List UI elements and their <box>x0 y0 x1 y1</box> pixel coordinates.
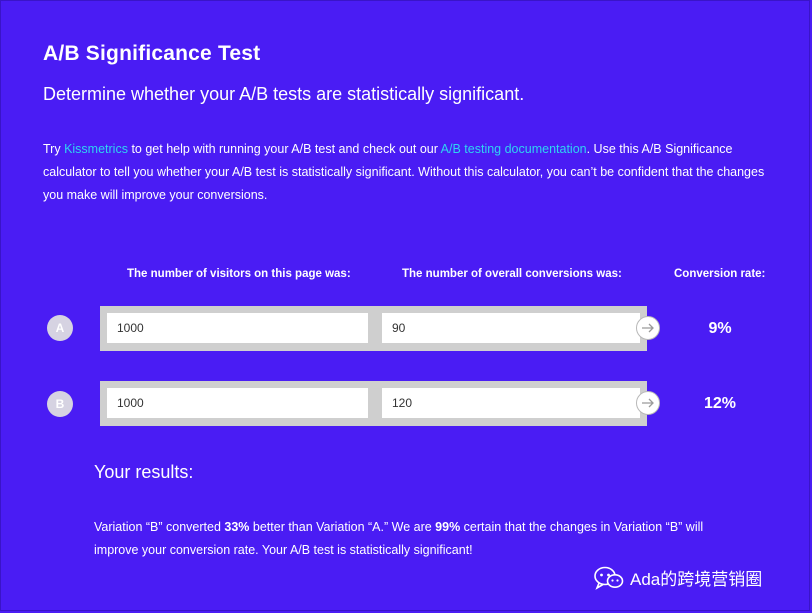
page-title: A/B Significance Test <box>43 42 261 65</box>
variation-a-conversion-rate: 9% <box>708 320 732 337</box>
page-subtitle: Determine whether your A/B tests are sta… <box>43 84 525 104</box>
results-text: better than Variation “A.” We are <box>249 520 436 534</box>
conversion-rate-column-header: Conversion rate: <box>674 268 766 280</box>
variation-b-inputs <box>100 381 647 426</box>
variation-a-conversions-input[interactable] <box>382 313 640 343</box>
variation-b-conversion-rate: 12% <box>703 395 737 412</box>
variation-b-calculate-button[interactable] <box>636 391 660 415</box>
intro-text: to get help with running your A/B test a… <box>127 142 441 156</box>
variation-b-badge: B <box>47 391 73 417</box>
watermark: Ada的跨境营销圈 <box>594 565 762 590</box>
conversions-column-header: The number of overall conversions was: <box>402 268 622 280</box>
results-paragraph: Variation “B” converted 33% better than … <box>94 516 744 562</box>
variation-a-calculate-button[interactable] <box>636 316 660 340</box>
arrow-right-icon <box>642 398 654 408</box>
improvement-percent: 33% <box>224 520 250 534</box>
variation-a-inputs <box>100 306 647 351</box>
kissmetrics-link[interactable]: Kissmetrics <box>64 142 128 156</box>
wechat-icon <box>594 566 624 590</box>
arrow-right-icon <box>642 323 654 333</box>
visitors-column-header: The number of visitors on this page was: <box>127 268 351 280</box>
variation-b-visitors-input[interactable] <box>107 388 368 418</box>
variation-a-badge: A <box>47 315 73 341</box>
variation-a-visitors-input[interactable] <box>107 313 368 343</box>
certainty-percent: 99% <box>435 520 461 534</box>
intro-paragraph: Try Kissmetrics to get help with running… <box>43 138 773 207</box>
results-heading: Your results: <box>94 462 194 482</box>
watermark-text: Ada的跨境营销圈 <box>630 570 763 589</box>
intro-text: Try <box>43 142 65 156</box>
variation-b-conversions-input[interactable] <box>382 388 640 418</box>
ab-testing-documentation-link[interactable]: A/B testing documentation <box>441 142 587 156</box>
results-text: Variation “B” converted <box>94 520 225 534</box>
